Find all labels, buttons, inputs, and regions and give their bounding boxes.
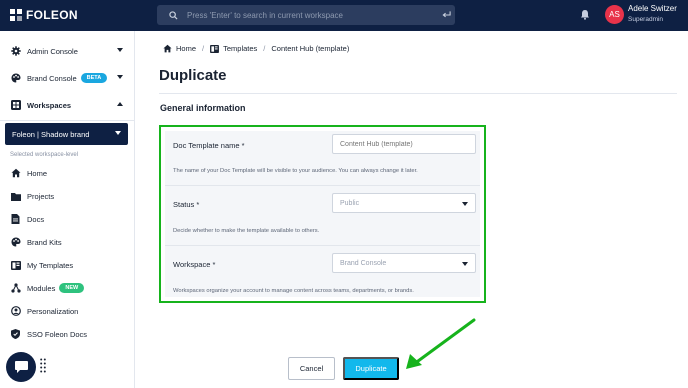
status-select[interactable]: Public <box>332 193 476 213</box>
chevron-down-icon <box>117 48 123 52</box>
sidebar-item-label: Brand Console <box>27 73 77 83</box>
status-select-value: Public <box>340 199 360 207</box>
workspace-selector[interactable]: Foleon | Shadow brand <box>5 123 128 145</box>
sidebar-divider <box>0 120 135 121</box>
bell-icon[interactable] <box>580 9 590 20</box>
foleon-logo[interactable]: FOLEON <box>10 8 78 22</box>
enter-key-icon <box>437 11 455 19</box>
chevron-down-icon <box>462 202 468 206</box>
chevron-down-icon <box>115 131 121 135</box>
doc-icon <box>10 214 21 225</box>
search-input[interactable] <box>187 10 437 20</box>
foleon-logo-icon <box>10 9 22 21</box>
logo-text: FOLEON <box>26 8 78 22</box>
home-icon <box>10 168 21 179</box>
sidebar-item-label: Brand Kits <box>27 237 62 247</box>
gear-icon <box>10 46 21 57</box>
sidebar-item-label: Personalization <box>27 306 79 316</box>
sidebar-item-label: SSO Foleon Docs <box>27 329 88 339</box>
sidebar-item-sso-foleon-docs[interactable]: SSO Foleon Docs <box>0 323 135 345</box>
workspaces-icon <box>10 100 21 111</box>
sidebar-item-label: Projects <box>27 191 55 201</box>
cancel-button[interactable]: Cancel <box>288 357 335 380</box>
workspace-label: Workspace * <box>173 260 216 269</box>
sidebar-item-label: Workspaces <box>27 100 72 110</box>
sidebar-item-my-templates[interactable]: My Templates <box>0 254 135 276</box>
sidebar-item-docs[interactable]: Docs <box>0 208 135 230</box>
modules-icon <box>10 283 21 294</box>
drag-handle-icon[interactable] <box>40 358 46 374</box>
workspace-selector-value: Foleon | Shadow brand <box>12 129 90 139</box>
general-information-form: Doc Template name * The name of your Doc… <box>159 125 486 303</box>
sidebar-item-admin-console[interactable]: Admin Console <box>0 40 135 62</box>
status-help: Decide whether to make the template avai… <box>173 228 320 234</box>
palette-icon <box>10 73 21 84</box>
section-title: General information <box>160 103 246 113</box>
sidebar-item-projects[interactable]: Projects <box>0 185 135 207</box>
template-name-help: The name of your Doc Template will be vi… <box>173 168 418 174</box>
user-role: Superadmin <box>628 16 664 23</box>
breadcrumb-separator: / <box>202 44 205 53</box>
sidebar-item-home[interactable]: Home <box>0 162 135 184</box>
workspace-help: Workspaces organize your account to mana… <box>173 288 414 294</box>
title-divider <box>159 93 677 94</box>
breadcrumb-templates[interactable]: Templates <box>223 44 257 53</box>
sidebar-item-label: Docs <box>27 214 45 224</box>
palette-icon <box>10 237 21 248</box>
sidebar: Admin Console Brand Console BETA Workspa… <box>0 31 135 388</box>
breadcrumb-separator: / <box>263 44 266 53</box>
form-panel: Doc Template name * The name of your Doc… <box>165 131 480 297</box>
status-label: Status * <box>173 200 200 209</box>
sidebar-item-brand-console[interactable]: Brand Console BETA <box>0 67 135 89</box>
row-divider <box>165 185 480 186</box>
workspace-select[interactable]: Brand Console <box>332 253 476 273</box>
chevron-down-icon <box>117 75 123 79</box>
user-name[interactable]: Adele Switzer <box>628 4 677 13</box>
search-icon <box>169 10 178 20</box>
sidebar-item-modules[interactable]: Modules NEW <box>0 277 135 299</box>
home-icon <box>163 44 172 53</box>
sidebar-item-label: My Templates <box>27 260 74 270</box>
sidebar-item-brand-kits[interactable]: Brand Kits <box>0 231 135 253</box>
person-icon <box>10 306 21 317</box>
sidebar-item-label: Home <box>27 168 48 178</box>
template-icon <box>210 44 220 53</box>
chevron-up-icon <box>117 102 123 106</box>
sidebar-item-label: Admin Console <box>27 46 78 56</box>
breadcrumb-home[interactable]: Home <box>176 44 196 53</box>
breadcrumb-current: Content Hub (template) <box>271 44 350 53</box>
template-name-label: Doc Template name * <box>173 141 245 150</box>
workspace-select-value: Brand Console <box>340 259 387 267</box>
sidebar-item-workspaces[interactable]: Workspaces <box>0 94 135 116</box>
sidebar-item-label: Modules <box>27 283 56 293</box>
folder-icon <box>10 191 21 202</box>
sidebar-item-personalization[interactable]: Personalization <box>0 300 135 322</box>
page-title: Duplicate <box>159 67 227 84</box>
template-icon <box>10 260 21 271</box>
chat-icon <box>14 361 28 373</box>
beta-badge: BETA <box>80 73 108 83</box>
annotation-arrow <box>406 318 476 369</box>
top-bar: FOLEON AS Adele Switzer Superadmin <box>0 0 688 31</box>
workspace-level-label: Selected workspace-level <box>10 152 79 158</box>
search-bar[interactable] <box>157 5 455 25</box>
chat-widget-button[interactable] <box>6 352 36 382</box>
chevron-down-icon <box>462 262 468 266</box>
breadcrumb: Home / Templates / Content Hub (template… <box>163 44 349 53</box>
row-divider <box>165 245 480 246</box>
new-badge: NEW <box>59 283 85 293</box>
duplicate-button[interactable]: Duplicate <box>343 357 399 380</box>
shield-icon <box>10 329 21 340</box>
avatar[interactable]: AS <box>605 5 624 24</box>
template-name-input[interactable] <box>332 134 476 154</box>
